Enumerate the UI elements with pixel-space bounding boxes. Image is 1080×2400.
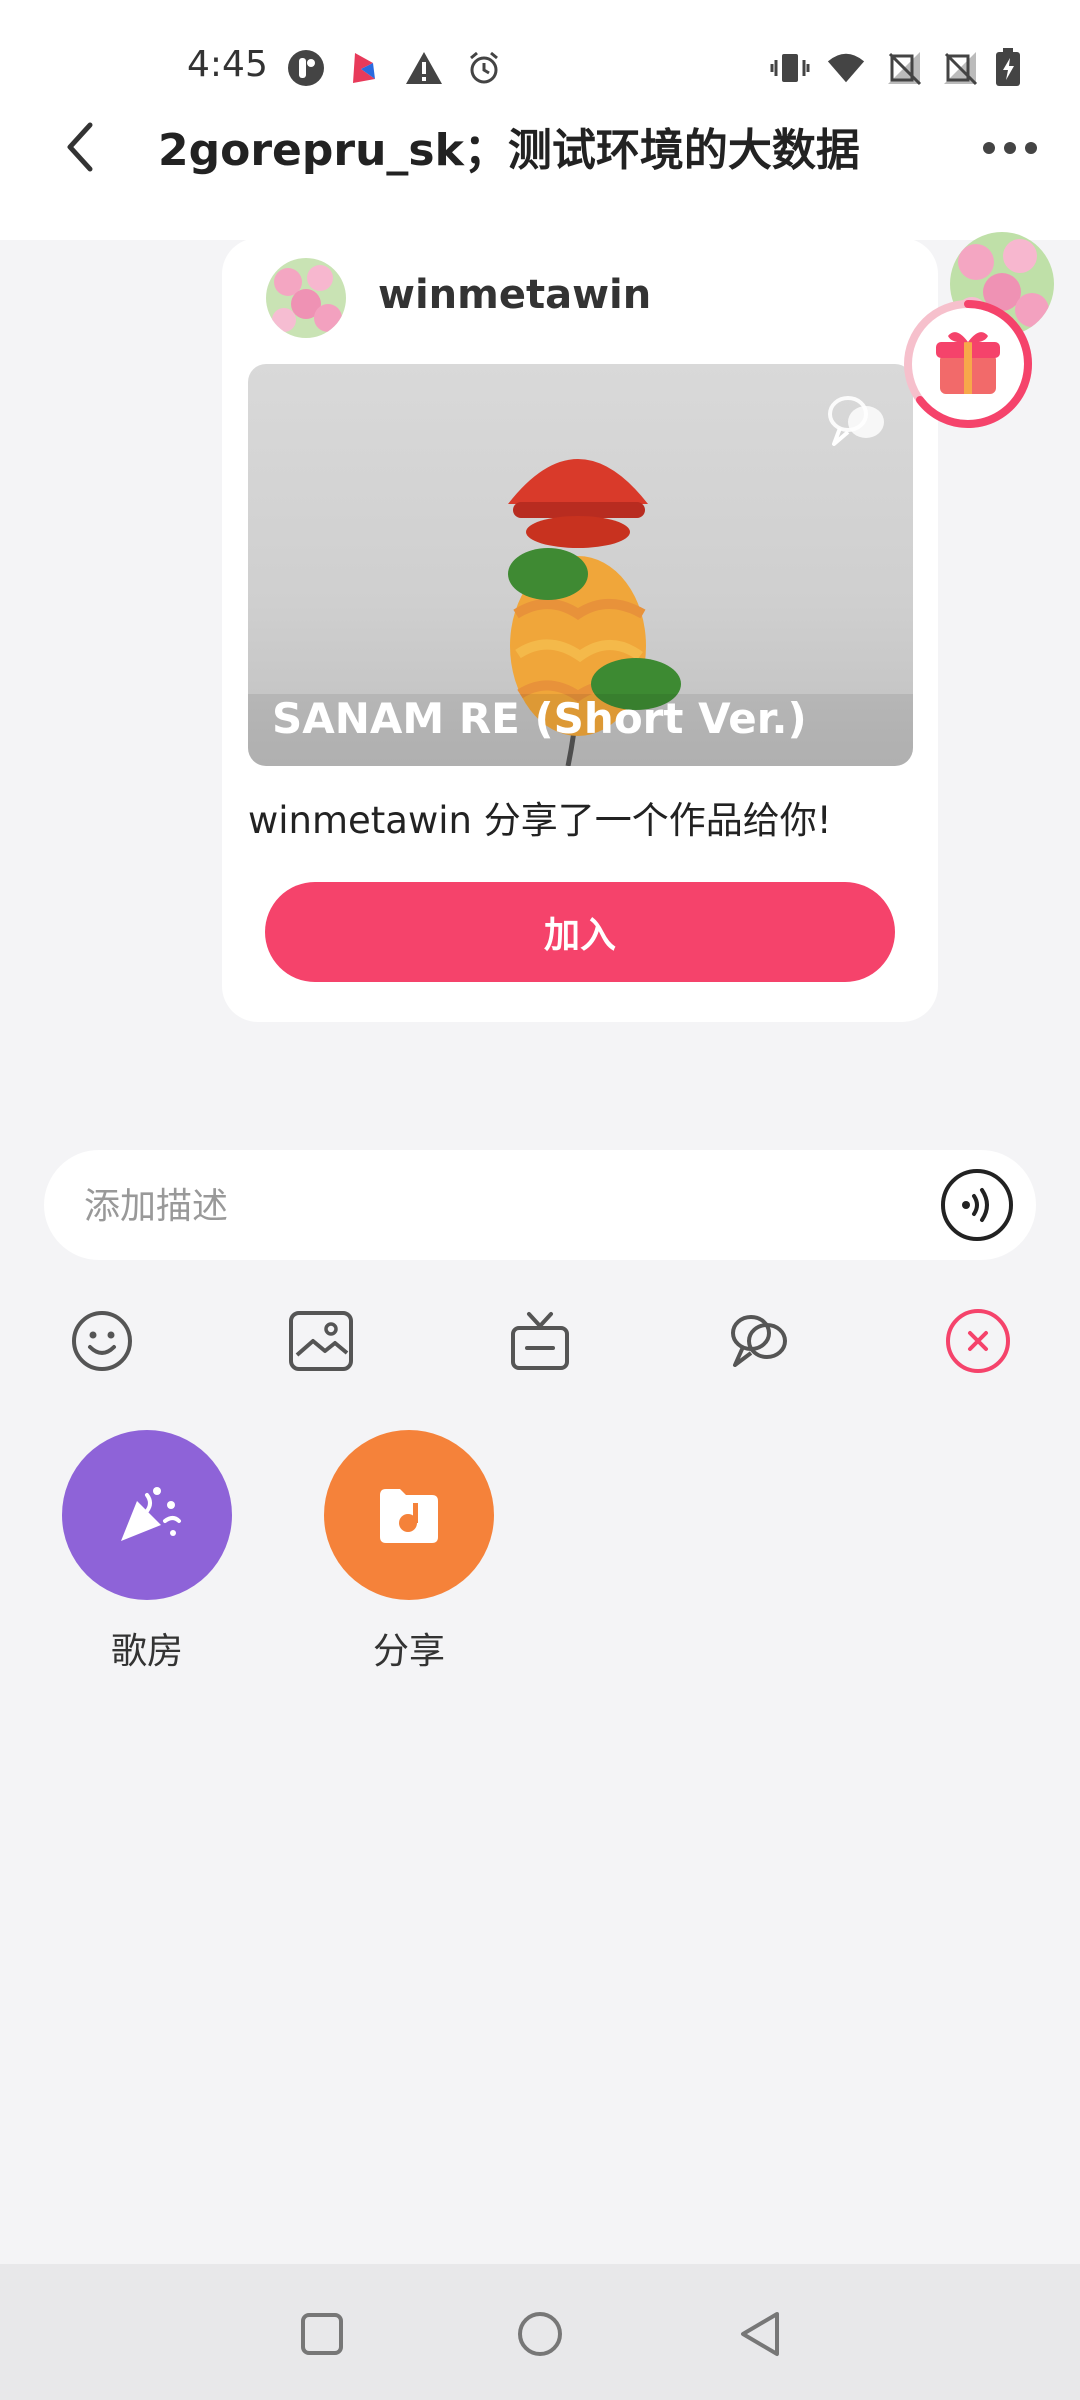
share-button[interactable] bbox=[324, 1430, 494, 1600]
duet-button[interactable] bbox=[724, 1306, 794, 1376]
home-button[interactable] bbox=[512, 2306, 568, 2362]
app-notification-icon bbox=[286, 48, 326, 88]
back-nav-button[interactable] bbox=[732, 2306, 788, 2362]
sender-avatar[interactable] bbox=[266, 258, 346, 338]
close-icon bbox=[946, 1309, 1010, 1373]
back-button[interactable] bbox=[50, 112, 110, 182]
sender-username: winmetawin bbox=[378, 272, 652, 318]
music-folder-icon bbox=[380, 1489, 438, 1543]
image-button[interactable] bbox=[286, 1306, 356, 1376]
ktv-room-label: 歌房 bbox=[110, 1631, 183, 1672]
party-icon bbox=[121, 1487, 181, 1541]
duet-icon bbox=[731, 1315, 787, 1367]
wifi-icon bbox=[826, 48, 866, 88]
voice-input-button[interactable] bbox=[940, 1168, 1014, 1242]
share-description: winmetawin 分享了一个作品给你! bbox=[248, 799, 832, 842]
alarm-icon bbox=[464, 48, 504, 88]
more-dots-icon bbox=[983, 142, 1037, 154]
chevron-left-icon bbox=[67, 122, 93, 172]
triangle-back-icon bbox=[741, 2312, 779, 2356]
battery-charging-icon bbox=[988, 48, 1028, 88]
no-signal-icon-2 bbox=[940, 48, 980, 88]
status-time: 4:45 bbox=[187, 44, 268, 85]
voice-icon bbox=[941, 1169, 1013, 1241]
gift-box-icon bbox=[511, 1312, 569, 1370]
more-options-button[interactable] bbox=[980, 118, 1040, 178]
duet-badge-icon bbox=[824, 392, 888, 452]
music-app-icon bbox=[344, 48, 384, 88]
description-input[interactable] bbox=[84, 1176, 864, 1236]
vibrate-icon bbox=[770, 48, 810, 88]
gift-button[interactable] bbox=[505, 1306, 575, 1376]
page-title: 2gorepru_sk；测试环境的大数据 bbox=[158, 125, 860, 176]
recent-apps-button[interactable] bbox=[294, 2306, 350, 2362]
square-icon bbox=[301, 2313, 343, 2355]
ktv-room-button[interactable] bbox=[62, 1430, 232, 1600]
action-ktv-room[interactable]: 歌房 bbox=[62, 1430, 232, 1674]
emoji-icon bbox=[72, 1311, 132, 1371]
join-button[interactable]: 加入 bbox=[265, 882, 895, 982]
no-signal-icon bbox=[884, 48, 924, 88]
emoji-button[interactable] bbox=[67, 1306, 137, 1376]
action-share[interactable]: 分享 bbox=[324, 1430, 494, 1674]
close-panel-button[interactable] bbox=[943, 1306, 1013, 1376]
gift-countdown-button[interactable] bbox=[900, 296, 1036, 432]
share-label: 分享 bbox=[372, 1631, 445, 1672]
image-icon bbox=[289, 1311, 353, 1371]
song-title: SANAM RE (Short Ver.) bbox=[272, 694, 807, 743]
warning-icon bbox=[404, 48, 444, 88]
chat-header: 2gorepru_sk；测试环境的大数据 bbox=[0, 100, 1080, 240]
circle-icon bbox=[518, 2312, 562, 2356]
